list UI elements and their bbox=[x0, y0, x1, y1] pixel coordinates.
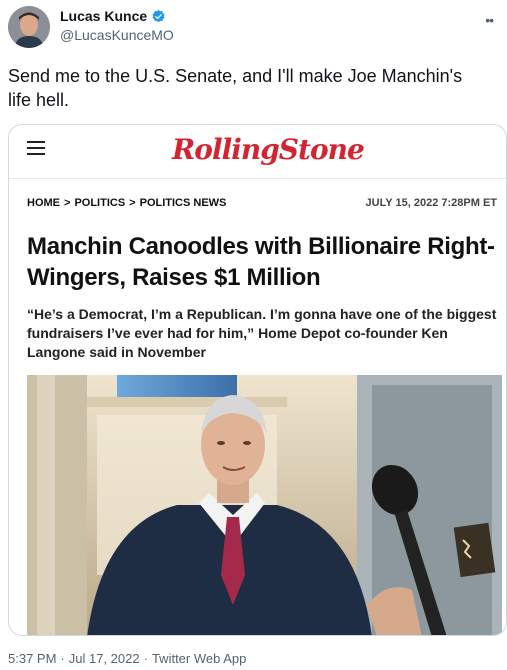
article-photo bbox=[27, 375, 502, 635]
breadcrumb-item-politics-news: POLITICS NEWS bbox=[139, 197, 227, 209]
article-dek: “He’s a Democrat, I’m a Republican. I’m … bbox=[27, 306, 497, 360]
rolling-stone-logo: RollingStone bbox=[172, 133, 365, 166]
article-headline: Manchin Canoodles with Billionaire Right… bbox=[27, 233, 495, 291]
verified-badge-icon bbox=[152, 9, 165, 22]
breadcrumb-separator: > bbox=[129, 197, 136, 209]
link-card[interactable]: RollingStone HOME > POLITICS > POLITICS … bbox=[8, 124, 507, 636]
breadcrumb-item-politics: POLITICS bbox=[74, 197, 126, 209]
tweet-date[interactable]: Jul 17, 2022 bbox=[69, 651, 140, 666]
hamburger-menu-icon bbox=[27, 141, 45, 155]
card-meta-row: HOME > POLITICS > POLITICS NEWS JULY 15,… bbox=[27, 197, 497, 209]
tweet-footer: 5:37 PM · Jul 17, 2022 · Twitter Web App bbox=[8, 651, 246, 666]
author-block[interactable]: Lucas Kunce @LucasKunceMO bbox=[60, 8, 174, 43]
breadcrumb-item-home: HOME bbox=[27, 197, 60, 209]
tweet-time[interactable]: 5:37 PM bbox=[8, 651, 56, 666]
tweet-source[interactable]: Twitter Web App bbox=[152, 651, 246, 666]
author-name[interactable]: Lucas Kunce bbox=[60, 8, 147, 24]
breadcrumb-separator: > bbox=[64, 197, 71, 209]
ellipsis-icon[interactable]: •• bbox=[485, 12, 494, 28]
avatar[interactable] bbox=[8, 6, 50, 48]
footer-separator: · bbox=[60, 651, 65, 666]
article-date: JULY 15, 2022 7:28PM ET bbox=[365, 197, 497, 209]
author-handle[interactable]: @LucasKunceMO bbox=[60, 27, 174, 43]
author-name-row: Lucas Kunce bbox=[60, 8, 174, 24]
tweet-text: Send me to the U.S. Senate, and I'll mak… bbox=[8, 66, 463, 110]
footer-separator: · bbox=[143, 651, 148, 666]
card-site-header: RollingStone bbox=[9, 125, 506, 179]
breadcrumb: HOME > POLITICS > POLITICS NEWS bbox=[27, 197, 226, 209]
